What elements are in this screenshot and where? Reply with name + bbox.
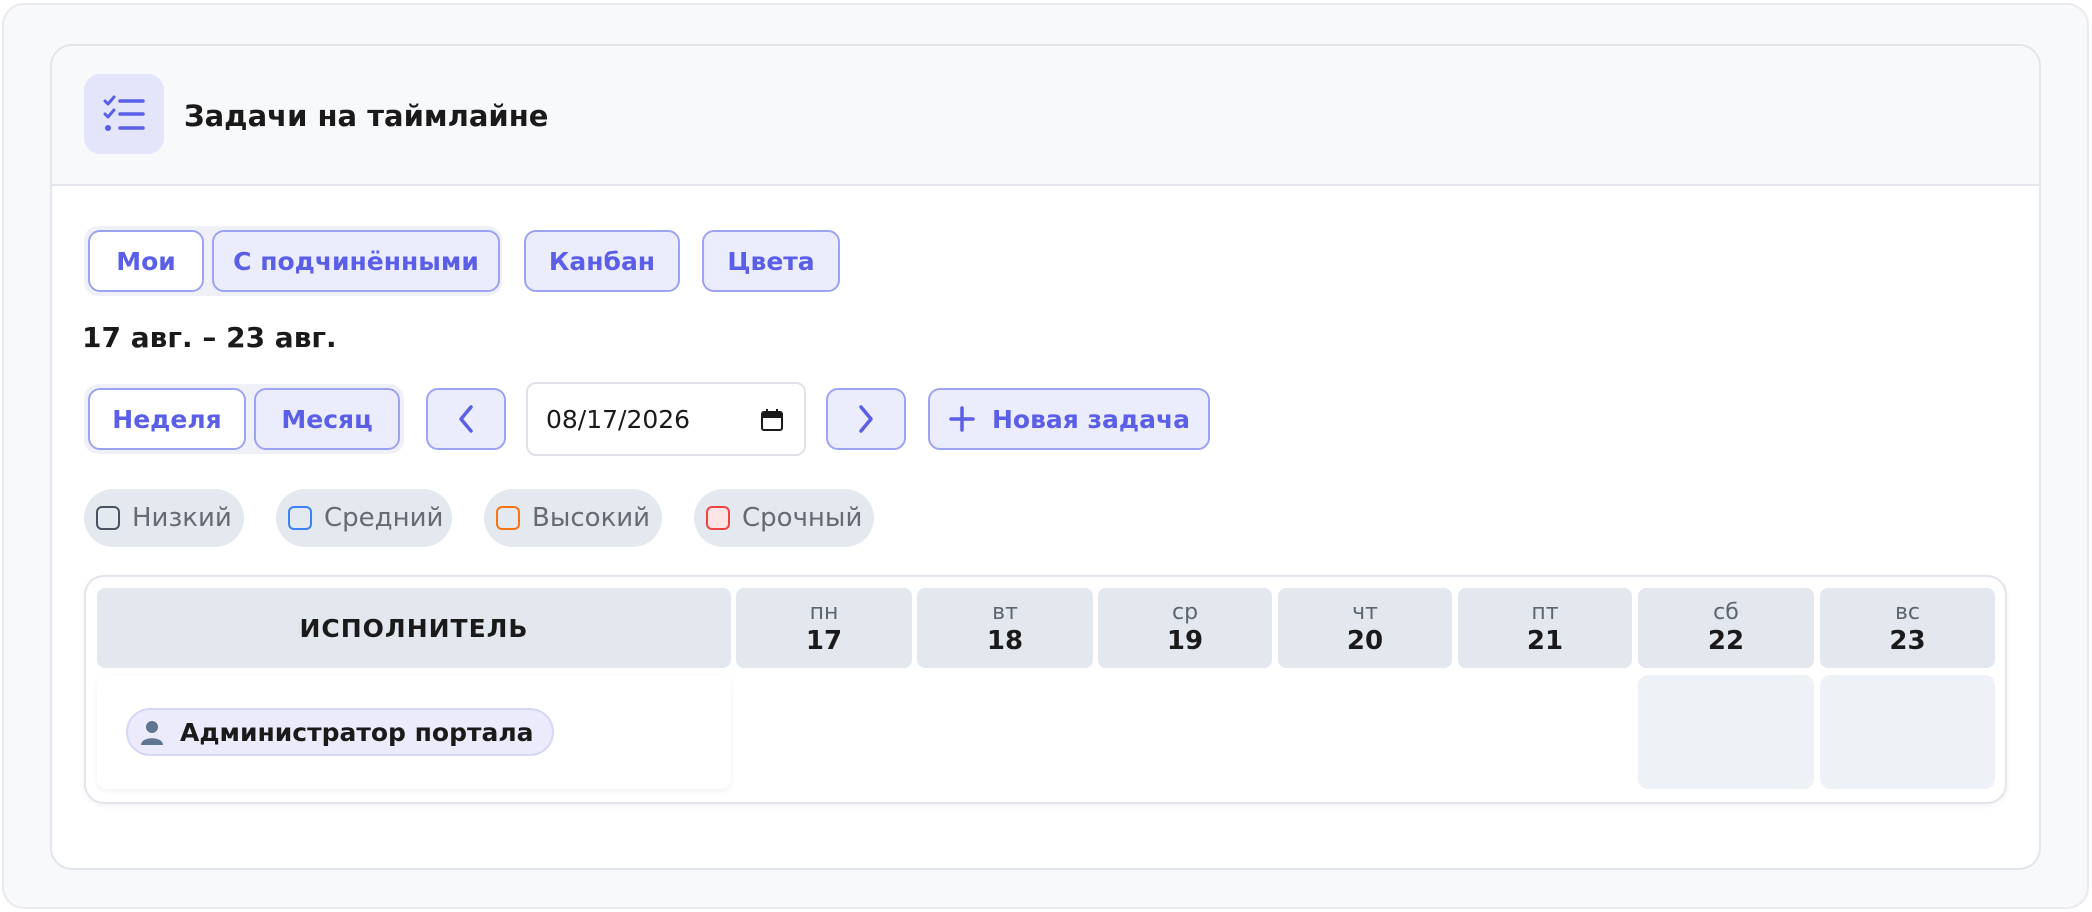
priority-color-swatch <box>706 506 730 530</box>
priority-chip-medium[interactable]: Средний <box>276 489 452 547</box>
next-week-button[interactable] <box>826 388 906 450</box>
priority-label: Средний <box>324 503 444 533</box>
user-icon <box>141 721 163 745</box>
priority-color-swatch <box>288 506 312 530</box>
weekend-cell-sun[interactable] <box>1820 675 1995 789</box>
chevron-left-icon <box>459 405 473 433</box>
tab-week[interactable]: Неделя <box>88 388 246 450</box>
tab-with-subordinates[interactable]: С подчинёнными <box>212 230 500 292</box>
new-task-label: Новая задача <box>991 404 1191 434</box>
date-input[interactable]: 08/17/2026 <box>526 382 806 456</box>
priority-chip-low[interactable]: Низкий <box>84 489 244 547</box>
date-range-title: 17 авг. – 23 авг. <box>82 321 337 354</box>
day-header-wed: ср 19 <box>1098 588 1272 668</box>
day-header-sun: вс 23 <box>1820 588 1995 668</box>
card-title: Задачи на таймлайне <box>184 99 549 133</box>
priority-label: Срочный <box>742 503 863 533</box>
chevron-right-icon <box>859 405 873 433</box>
priority-label: Низкий <box>132 503 232 533</box>
priority-color-swatch <box>496 506 520 530</box>
card-header: Задачи на таймлайне <box>52 46 2039 186</box>
day-header-mon: пн 17 <box>736 588 912 668</box>
prev-week-button[interactable] <box>426 388 506 450</box>
tab-month[interactable]: Месяц <box>254 388 400 450</box>
priority-chip-urgent[interactable]: Срочный <box>694 489 874 547</box>
checklist-icon <box>84 74 164 154</box>
new-task-button[interactable]: Новая задача <box>928 388 1210 450</box>
priority-chip-high[interactable]: Высокий <box>484 489 662 547</box>
assignee-header: ИСПОЛНИТЕЛЬ <box>97 588 731 668</box>
day-header-thu: чт 20 <box>1278 588 1452 668</box>
calendar-icon[interactable] <box>760 408 784 432</box>
priority-label: Высокий <box>532 503 651 533</box>
tab-my[interactable]: Мои <box>88 230 204 292</box>
colors-button[interactable]: Цвета <box>702 230 840 292</box>
day-header-sat: сб 22 <box>1638 588 1814 668</box>
kanban-button[interactable]: Канбан <box>524 230 680 292</box>
assignee-name: Администратор портала <box>180 717 534 747</box>
date-input-value: 08/17/2026 <box>546 404 691 434</box>
priority-color-swatch <box>96 506 120 530</box>
day-header-tue: вт 18 <box>917 588 1093 668</box>
weekend-cell-sat[interactable] <box>1638 675 1814 789</box>
day-header-fri: пт 21 <box>1458 588 1632 668</box>
assignee-chip[interactable]: Администратор портала <box>126 708 554 756</box>
plus-icon <box>949 406 975 432</box>
